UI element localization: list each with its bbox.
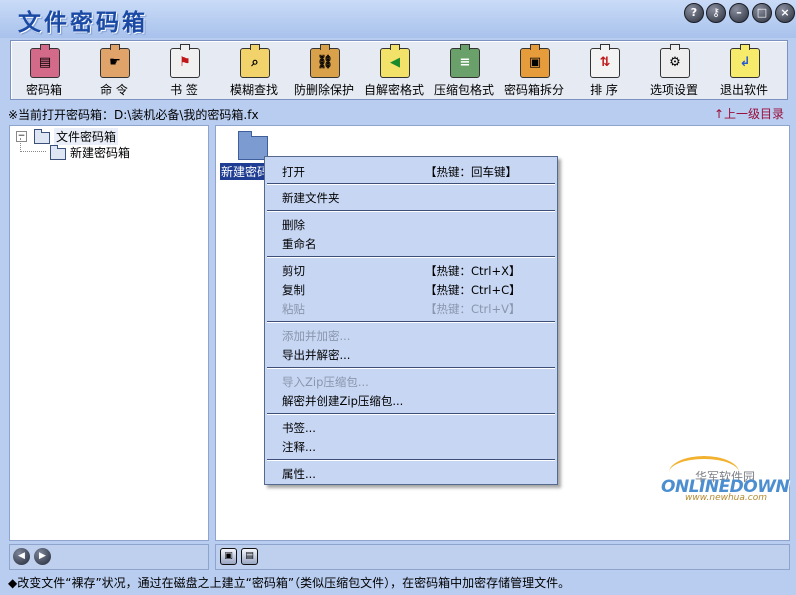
settings-icon: ⚙ <box>660 44 690 78</box>
menu-item-paste: 粘贴 <box>282 302 305 316</box>
split-box-icon: ▣ <box>520 44 550 78</box>
toolbar-archive-format-button[interactable]: ≡ 压缩包格式 <box>429 41 499 99</box>
key-button[interactable]: ⚷ <box>706 3 726 23</box>
toolbar-label: 自解密格式 <box>363 83 424 97</box>
folder-icon <box>34 129 50 144</box>
toolbar-label: 命 令 <box>100 83 128 97</box>
up-level-link[interactable]: ↑上一级目录 <box>714 105 784 122</box>
list-view-button[interactable]: ▤ <box>241 548 258 565</box>
file-item-label[interactable]: 新建密码 <box>220 163 271 180</box>
search-icon: ⌕ <box>240 44 270 78</box>
tree-nav-bar: ◀ ▶ <box>9 544 209 570</box>
menu-separator <box>267 459 555 461</box>
command-hand-icon: ☛ <box>100 44 130 78</box>
menu-hotkey-open: 【热键：回车键】 <box>425 165 517 179</box>
menu-item-export-decrypt[interactable]: 导出并解密... <box>282 347 350 363</box>
menu-item-delete[interactable]: 删除 <box>282 217 305 233</box>
menu-separator <box>267 210 555 212</box>
back-button[interactable]: ◀ <box>13 548 30 565</box>
menu-separator <box>267 321 555 323</box>
toolbar-exit-button[interactable]: ↲ 退出软件 <box>709 41 779 99</box>
folder-icon <box>50 145 66 160</box>
bookmark-icon: ⚑ <box>170 44 200 78</box>
menu-item-rename[interactable]: 重命名 <box>282 236 317 252</box>
toolbar-password-box-button[interactable]: ▤ 密码箱 <box>9 41 79 99</box>
menu-item-comment[interactable]: 注释... <box>282 439 316 455</box>
menu-item-open[interactable]: 打开 <box>282 164 305 180</box>
toolbar-label: 排 序 <box>590 83 618 97</box>
folder-tree[interactable]: − 文件密码箱 新建密码箱 <box>9 125 209 541</box>
menu-item-cut[interactable]: 剪切 <box>282 263 305 279</box>
toolbar-split-box-button[interactable]: ▣ 密码箱拆分 <box>499 41 569 99</box>
close-button[interactable]: × <box>775 3 795 23</box>
toolbar-bookmark-button[interactable]: ⚑ 书 签 <box>149 41 219 99</box>
menu-separator <box>267 413 555 415</box>
toolbar-label: 退出软件 <box>719 83 768 97</box>
toolbar-delete-protect-button[interactable]: ⛓ 防删除保护 <box>289 41 359 99</box>
status-text: ◆改变文件“裸存”状况，通过在磁盘之上建立“密码箱”（类似压缩包文件），在密码箱… <box>8 576 571 590</box>
menu-item-import-zip: 导入Zip压缩包... <box>282 375 369 389</box>
tree-child-row[interactable]: 新建密码箱 <box>50 144 190 160</box>
current-path: ※当前打开密码箱：D:\装机必备\我的密码箱.fx <box>8 108 259 122</box>
exit-icon: ↲ <box>730 44 760 78</box>
toolbar-label: 防删除保护 <box>293 83 354 97</box>
archive-format-icon: ≡ <box>450 44 480 78</box>
menu-item-copy[interactable]: 复制 <box>282 282 305 298</box>
toolbar-fuzzy-search-button[interactable]: ⌕ 模糊查找 <box>219 41 289 99</box>
tree-line <box>20 138 22 152</box>
minimize-button[interactable]: – <box>729 3 749 23</box>
maximize-button[interactable]: □ <box>752 3 772 23</box>
menu-separator <box>267 183 555 185</box>
delete-protect-icon: ⛓ <box>310 44 340 78</box>
context-menu: 打开 【热键：回车键】 新建文件夹 删除 重命名 剪切 【热键：Ctrl+X】 … <box>264 156 558 485</box>
forward-button[interactable]: ▶ <box>34 548 51 565</box>
toolbar-sort-button[interactable]: ⇅ 排 序 <box>569 41 639 99</box>
toolbar-label: 模糊查找 <box>229 83 278 97</box>
menu-separator <box>267 256 555 258</box>
self-decrypt-icon: ◀ <box>380 44 410 78</box>
menu-item-decrypt-create-zip[interactable]: 解密并创建Zip压缩包... <box>282 393 403 409</box>
menu-hotkey-cut: 【热键：Ctrl+X】 <box>425 264 521 278</box>
toolbar: ▤ 密码箱 ☛ 命 令 ⚑ 书 签 ⌕ 模糊查找 ⛓ 防删除保护 ◀ 自解密格式… <box>10 40 788 100</box>
toolbar-label: 密码箱 <box>25 83 62 97</box>
app-title: 文件密码箱 <box>18 10 148 36</box>
view-nav-bar: ▣ ▤ <box>215 544 790 570</box>
toolbar-label: 压缩包格式 <box>433 83 494 97</box>
toolbar-self-decrypt-button[interactable]: ◀ 自解密格式 <box>359 41 429 99</box>
toolbar-label: 书 签 <box>170 83 198 97</box>
toolbar-settings-button[interactable]: ⚙ 选项设置 <box>639 41 709 99</box>
menu-hotkey-paste: 【热键：Ctrl+V】 <box>425 302 521 316</box>
tree-child-label: 新建密码箱 <box>70 146 131 160</box>
tree-root-label: 文件密码箱 <box>54 128 119 145</box>
menu-item-new-folder[interactable]: 新建文件夹 <box>282 190 340 206</box>
password-box-icon: ▤ <box>30 44 60 78</box>
toolbar-label: 密码箱拆分 <box>503 83 564 97</box>
tree-root-row[interactable]: − 文件密码箱 <box>16 128 196 145</box>
menu-separator <box>267 367 555 369</box>
menu-item-properties[interactable]: 属性... <box>282 466 316 482</box>
menu-item-add-encrypt: 添加并加密... <box>282 329 351 343</box>
watermark-url: www.newhua.com <box>685 493 767 503</box>
sort-icon: ⇅ <box>590 44 620 78</box>
menu-item-bookmark[interactable]: 书签... <box>282 420 316 436</box>
icon-view-button[interactable]: ▣ <box>220 548 237 565</box>
menu-hotkey-copy: 【热键：Ctrl+C】 <box>425 283 521 297</box>
help-button[interactable]: ? <box>684 3 704 23</box>
toolbar-command-button[interactable]: ☛ 命 令 <box>79 41 149 99</box>
tree-line <box>20 151 46 153</box>
toolbar-label: 选项设置 <box>649 83 698 97</box>
